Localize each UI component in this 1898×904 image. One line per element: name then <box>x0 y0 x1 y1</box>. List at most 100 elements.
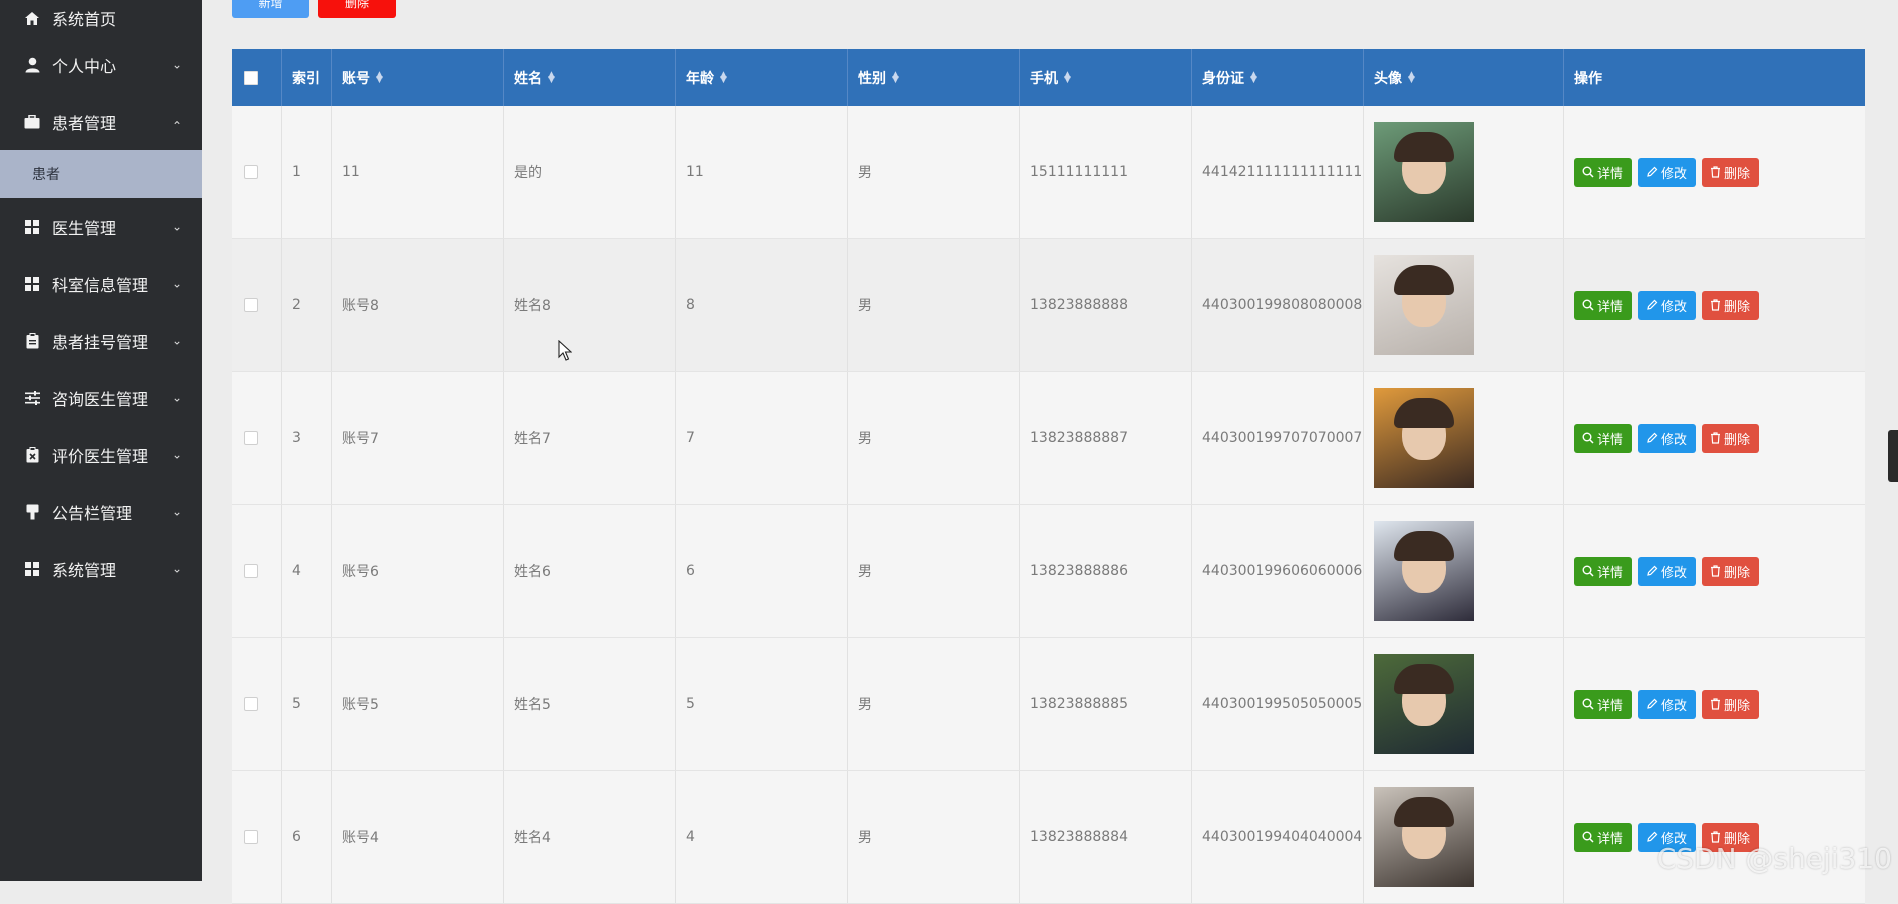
batch-delete-button[interactable]: 删除 <box>318 0 396 18</box>
actions-cell: 详情 修改 删除 <box>1564 771 1865 903</box>
scrollbar-thumb[interactable] <box>1888 430 1898 482</box>
sidebar-item-system-management[interactable]: 系统管理 ⌄ <box>0 540 202 597</box>
avatar-image <box>1374 521 1474 621</box>
header-account[interactable]: 账号 ▲ ▼ <box>332 49 504 106</box>
detail-button[interactable]: 详情 <box>1574 689 1633 719</box>
header-index: 索引 <box>282 49 332 106</box>
sort-icon[interactable]: ▲ ▼ <box>548 70 555 84</box>
edit-button[interactable]: 修改 <box>1638 689 1697 719</box>
sidebar-item-registration[interactable]: 患者挂号管理 ⌄ <box>0 312 202 369</box>
name-cell: 姓名7 <box>504 372 676 504</box>
delete-button-label: 删除 <box>1724 698 1751 714</box>
sidebar-item-consult-doctor[interactable]: 咨询医生管理 ⌄ <box>0 369 202 426</box>
phone-cell: 13823888886 <box>1020 505 1192 637</box>
row-checkbox[interactable] <box>244 830 258 844</box>
tag-icon <box>22 504 42 520</box>
avatar-face <box>1394 132 1454 194</box>
grid-icon <box>22 219 42 234</box>
delete-button[interactable]: 删除 <box>1702 157 1760 187</box>
phone-cell: 13823888887 <box>1020 372 1192 504</box>
row-checkbox[interactable] <box>244 697 258 711</box>
delete-button[interactable]: 删除 <box>1702 689 1760 719</box>
avatar-cell <box>1364 638 1564 770</box>
trash-icon <box>1711 299 1721 311</box>
id-card-cell: 440300199606060006 <box>1192 505 1364 637</box>
avatar-cell <box>1364 771 1564 903</box>
gender-cell: 男 <box>848 638 1020 770</box>
header-avatar[interactable]: 头像 ▲ ▼ <box>1364 49 1564 106</box>
sidebar-item-label: 系统首页 <box>52 10 117 29</box>
sort-icon[interactable]: ▲ ▼ <box>892 70 899 84</box>
age-cell: 6 <box>676 505 848 637</box>
avatar-face <box>1394 398 1454 460</box>
account-cell: 账号6 <box>332 505 504 637</box>
edit-button[interactable]: 修改 <box>1638 290 1697 320</box>
actions-cell: 详情 修改 删除 <box>1564 372 1865 504</box>
id-card-cell: 440300199404040004 <box>1192 771 1364 903</box>
avatar-cell <box>1364 372 1564 504</box>
chevron-down-icon: ⌄ <box>171 275 182 290</box>
chevron-down-icon: ⌄ <box>171 560 182 575</box>
row-checkbox[interactable] <box>244 431 258 445</box>
sidebar-item-department-info[interactable]: 科室信息管理 ⌄ <box>0 255 202 312</box>
header-name[interactable]: 姓名 ▲ ▼ <box>504 49 676 106</box>
name-cell: 姓名5 <box>504 638 676 770</box>
pencil-icon <box>1647 299 1658 310</box>
detail-button[interactable]: 详情 <box>1574 423 1633 453</box>
name-cell: 姓名6 <box>504 505 676 637</box>
header-age[interactable]: 年龄 ▲ ▼ <box>676 49 848 106</box>
row-checkbox[interactable] <box>244 165 258 179</box>
age-cell: 5 <box>676 638 848 770</box>
sidebar-item-personal-center[interactable]: 个人中心 ⌄ <box>0 36 202 93</box>
gender-cell: 男 <box>848 239 1020 371</box>
sidebar-item-notice-board[interactable]: 公告栏管理 ⌄ <box>0 483 202 540</box>
header-gender[interactable]: 性别 ▲ ▼ <box>848 49 1020 106</box>
select-cell <box>232 372 282 504</box>
sort-icon[interactable]: ▲ ▼ <box>1064 70 1071 84</box>
sort-icon[interactable]: ▲ ▼ <box>720 70 727 84</box>
header-phone[interactable]: 手机 ▲ ▼ <box>1020 49 1192 106</box>
edit-button[interactable]: 修改 <box>1638 423 1697 453</box>
add-button[interactable]: 新增 <box>232 0 309 18</box>
phone-cell: 13823888884 <box>1020 771 1192 903</box>
delete-button[interactable]: 删除 <box>1702 556 1760 586</box>
trash-icon <box>1711 698 1721 710</box>
sort-icon[interactable]: ▲ ▼ <box>1408 70 1415 84</box>
table-row: 6 账号4 姓名4 4 男 13823888884 440300199404040004 详情… <box>232 771 1865 904</box>
detail-button[interactable]: 详情 <box>1574 556 1633 586</box>
id-card-cell: 440300199808080008 <box>1192 239 1364 371</box>
detail-button[interactable]: 详情 <box>1574 290 1633 320</box>
index-cell: 1 <box>282 106 332 238</box>
sidebar-item-doctor-management[interactable]: 医生管理 ⌄ <box>0 198 202 255</box>
edit-button[interactable]: 修改 <box>1638 556 1697 586</box>
gender-cell: 男 <box>848 372 1020 504</box>
detail-button[interactable]: 详情 <box>1574 157 1633 187</box>
sidebar-item-home[interactable]: 系统首页 <box>0 0 202 36</box>
phone-cell: 15111111111 <box>1020 106 1192 238</box>
header-id-card[interactable]: 身份证 ▲ ▼ <box>1192 49 1364 106</box>
chevron-down-icon: ⌄ <box>171 56 182 71</box>
pencil-icon <box>1647 166 1658 177</box>
sidebar: 系统首页 个人中心 ⌄ 患者管理 ⌃ 患者 医生管理 ⌄ 科室信息管理 ⌄ 患者… <box>0 0 202 881</box>
row-checkbox[interactable] <box>244 564 258 578</box>
row-checkbox[interactable] <box>244 298 258 312</box>
delete-button[interactable]: 删除 <box>1702 423 1760 453</box>
sort-icon[interactable]: ▲ ▼ <box>376 70 383 84</box>
sidebar-item-review-doctor[interactable]: 评价医生管理 ⌄ <box>0 426 202 483</box>
detail-button[interactable]: 详情 <box>1574 822 1633 852</box>
chevron-down-icon: ⌄ <box>171 389 182 404</box>
delete-button[interactable]: 删除 <box>1702 290 1760 320</box>
search-icon <box>1582 565 1594 577</box>
index-cell: 5 <box>282 638 332 770</box>
delete-button-label: 删除 <box>1724 299 1751 315</box>
select-all-checkbox[interactable] <box>244 70 258 85</box>
sidebar-item-label: 咨询医生管理 <box>52 389 149 409</box>
edit-button-label: 修改 <box>1661 565 1688 581</box>
sidebar-subitem-patient[interactable]: 患者 <box>0 150 202 198</box>
sort-icon[interactable]: ▲ ▼ <box>1250 70 1257 84</box>
sidebar-item-patient-management[interactable]: 患者管理 ⌃ <box>0 93 202 150</box>
edit-button[interactable]: 修改 <box>1638 157 1697 187</box>
id-card-cell: 440300199505050005 <box>1192 638 1364 770</box>
select-cell <box>232 239 282 371</box>
age-cell: 8 <box>676 239 848 371</box>
